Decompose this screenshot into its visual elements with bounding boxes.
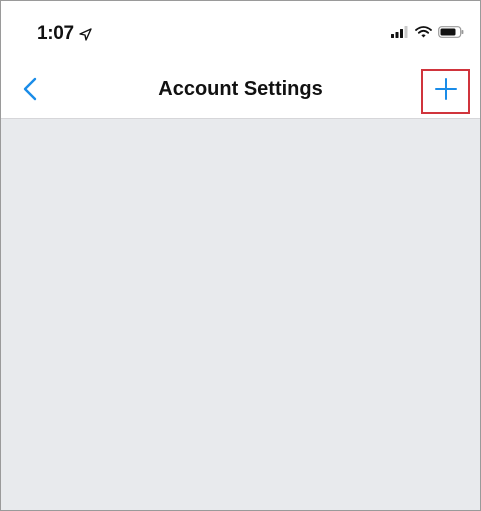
plus-icon: [434, 77, 458, 106]
page-title: Account Settings: [158, 78, 323, 100]
add-account-button[interactable]: [421, 69, 470, 114]
content-area: [1, 119, 480, 510]
location-arrow-icon: [79, 27, 92, 41]
status-icons: [391, 25, 464, 43]
status-time: 1:07: [37, 23, 74, 44]
phone-screen: 1:07 Account Settings: [0, 0, 481, 511]
status-time-group: 1:07: [37, 23, 92, 45]
signal-icon: [391, 25, 409, 43]
status-bar: 1:07: [1, 1, 480, 65]
navigation-bar: Account Settings: [1, 65, 480, 119]
battery-icon: [438, 25, 464, 43]
wifi-icon: [415, 25, 432, 43]
